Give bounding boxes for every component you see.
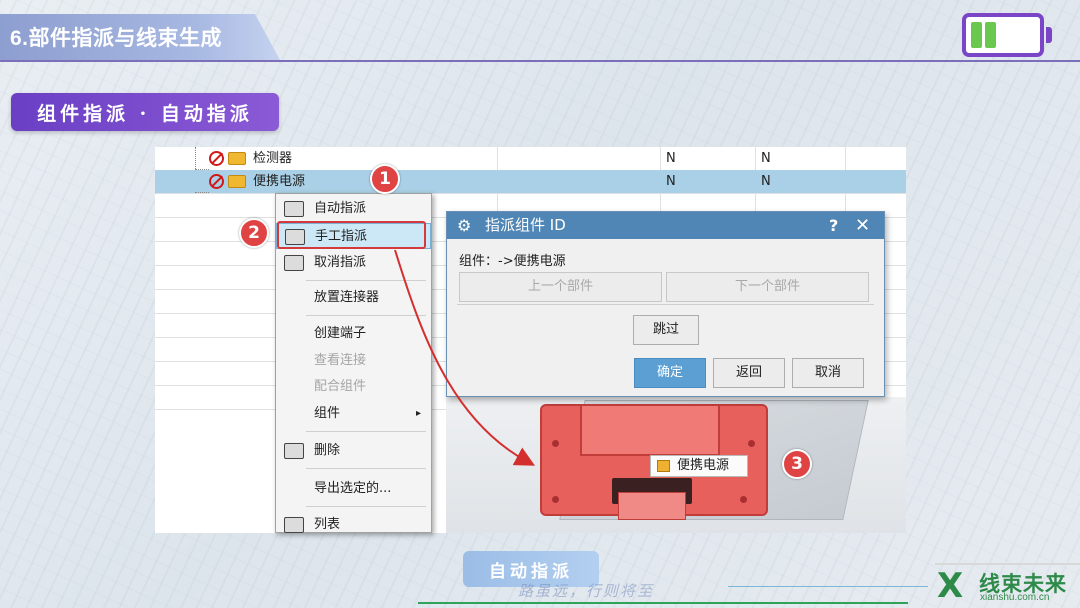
tree-row-selected[interactable]: 便携电源 N N [155,170,906,193]
component-icon [228,152,246,165]
menu-item-mate-component: 配合组件 [276,374,431,400]
menu-item-label: 取消指派 [314,255,367,270]
tree-cell: N [666,174,676,189]
menu-item-label: 组件 [314,406,341,421]
menu-item-list[interactable]: 列表 [276,512,431,538]
logo-url: xianshu.com.cn [980,592,1050,603]
tree-connector [195,147,209,170]
menu-separator [306,315,426,316]
mounting-hole [748,440,755,447]
menu-item-place-connector[interactable]: 放置连接器 [276,285,431,311]
back-button[interactable]: 返回 [713,358,785,388]
menu-separator [306,280,426,281]
section-badge: 组件指派 · 自动指派 [11,93,279,131]
tree-row[interactable]: 检测器 N N [155,147,906,181]
footer-line [728,586,928,587]
tree-row-label: 便携电源 [253,174,306,189]
submenu-arrow-icon: ▸ [415,408,421,419]
menu-item-label: 导出选定的... [314,481,392,496]
step-badge-1: 1 [370,164,400,194]
next-part-button: 下一个部件 [666,272,869,302]
dialog-divider [457,304,874,305]
model-tooltip-label: 便携电源 [677,458,730,473]
menu-item-export-selected[interactable]: 导出选定的... [276,476,431,502]
footer-line [935,563,1080,565]
unassign-icon [284,255,304,271]
menu-item-label: 查看连接 [314,353,367,368]
grid-line [155,193,906,194]
menu-item-unassign[interactable]: 取消指派 [276,250,431,276]
component-label: 组件：->便携电源 [459,254,566,269]
connector-pins [618,492,686,520]
mounting-hole [740,496,747,503]
auto-assign-icon [284,201,304,217]
header-divider [0,60,1080,62]
tree-connector [195,170,209,193]
list-icon [284,517,304,533]
tree-cell: N [761,151,771,166]
dialog-titlebar[interactable]: ⚙ 指派组件 ID ? ✕ [447,212,884,239]
tree-cell: N [666,151,676,166]
model-tooltip: 便携电源 [650,455,748,477]
component-icon [657,460,670,472]
cancel-button[interactable]: 取消 [792,358,864,388]
tree-row-label: 检测器 [253,151,293,166]
battery-tip [1046,27,1052,43]
gear-icon: ⚙ [457,216,472,235]
close-button[interactable]: ✕ [855,212,870,239]
menu-item-auto-assign[interactable]: 自动指派 [276,196,431,222]
highlight-box [277,221,426,249]
menu-item-label: 删除 [314,443,341,458]
menu-separator [306,506,426,507]
skip-button[interactable]: 跳过 [633,315,699,345]
page-title: 6.部件指派与线束生成 [10,27,223,50]
step-badge-3: 3 [782,449,812,479]
delete-icon [284,443,304,459]
step-badge-2: 2 [239,218,269,248]
battery-cell [971,22,982,48]
mounting-hole [552,440,559,447]
menu-item-delete[interactable]: 删除 [276,438,431,464]
footer-slogan: 路虽远，行则将至 [518,582,655,600]
menu-item-label: 放置连接器 [314,290,380,305]
dialog-title: 指派组件 ID [485,216,566,234]
footer-line [418,602,908,604]
menu-separator [306,468,426,469]
menu-item-label: 创建端子 [314,326,367,341]
menu-item-label: 列表 [314,517,341,532]
mounting-hole [552,496,559,503]
menu-item-component-submenu[interactable]: 组件 ▸ [276,401,431,427]
battery-cell [985,22,996,48]
prev-part-button: 上一个部件 [459,272,662,302]
assign-component-dialog: ⚙ 指派组件 ID ? ✕ 组件：->便携电源 上一个部件 下一个部件 跳过 确… [446,211,885,397]
help-button[interactable]: ? [829,212,838,239]
menu-separator [306,431,426,432]
menu-item-create-terminal[interactable]: 创建端子 [276,321,431,347]
logo-icon: X [937,566,964,606]
component-icon [228,175,246,188]
menu-item-label: 配合组件 [314,379,367,394]
ok-button[interactable]: 确定 [634,358,706,388]
menu-item-label: 自动指派 [314,201,367,216]
battery-progress-icon [962,13,1044,57]
tree-cell: N [761,174,771,189]
unassigned-icon [209,151,224,166]
menu-item-view-connection: 查看连接 [276,348,431,374]
power-unit-top [580,404,720,456]
unassigned-icon [209,174,224,189]
